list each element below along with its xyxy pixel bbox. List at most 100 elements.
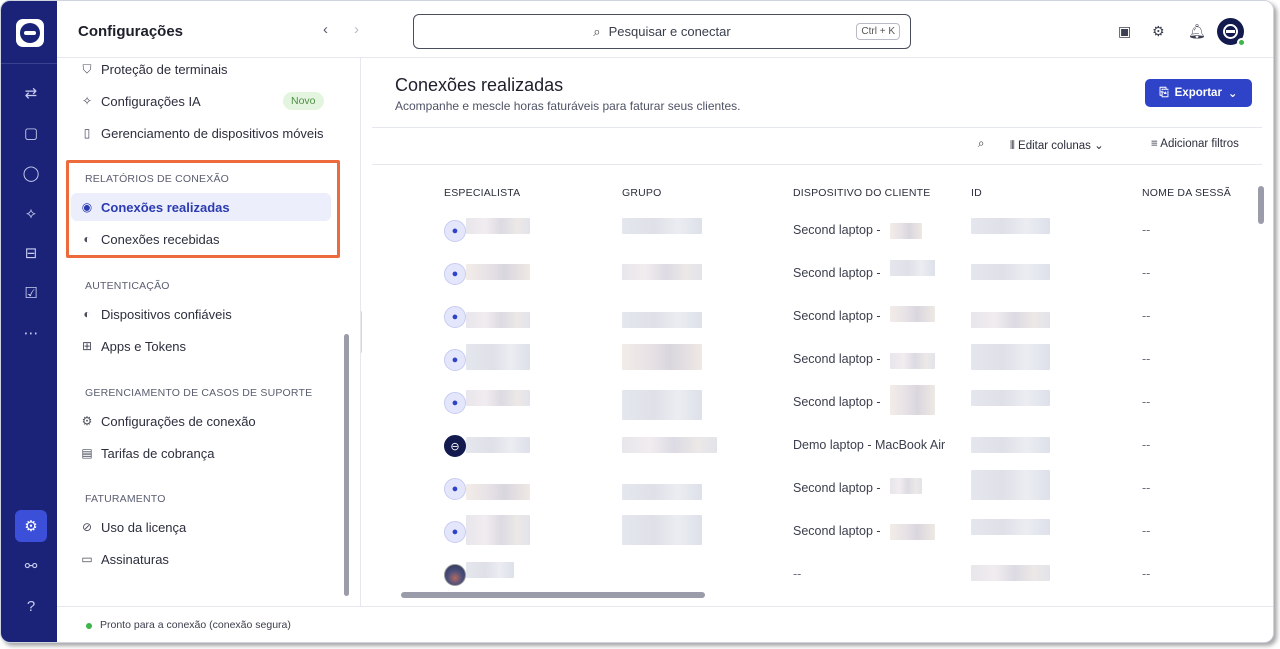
- redacted-group: [622, 218, 702, 234]
- account-avatar[interactable]: [1217, 18, 1246, 47]
- more-icon[interactable]: ⋯: [15, 317, 47, 349]
- tasks-icon[interactable]: ☑: [15, 277, 47, 309]
- session-name: --: [1142, 438, 1151, 452]
- redacted-group: [622, 344, 702, 370]
- redacted-name: [466, 344, 530, 370]
- top-bar: Configurações ‹ › ⌕ Pesquisar e conectar…: [57, 1, 1273, 58]
- table-vertical-scrollbar[interactable]: [1258, 186, 1264, 224]
- chat-icon[interactable]: ◯: [15, 157, 47, 189]
- sidebar-item-ai-settings[interactable]: ✧ Configurações IA: [79, 87, 201, 115]
- main-content: Conexões realizadas Acompanhe e mescle h…: [362, 58, 1273, 606]
- search-shortcut: Ctrl + K: [856, 23, 900, 40]
- billing-rates-icon: ▤: [81, 446, 93, 460]
- license-icon: ⊘: [81, 520, 93, 534]
- sidebar-item-label: Conexões recebidas: [101, 231, 220, 247]
- back-arrow-icon[interactable]: ‹: [323, 21, 328, 38]
- redacted-device: [890, 223, 922, 239]
- sidebar-item-connection-settings[interactable]: ⚙ Configurações de conexão: [79, 407, 256, 435]
- sidebar-item-label: Apps e Tokens: [101, 338, 187, 354]
- settings-sidebar: ⛉ Proteção de terminais ✧ Configurações IA…: [57, 58, 361, 606]
- incoming-connection-icon: ◐: [83, 232, 91, 246]
- client-device: Second laptop -: [793, 395, 881, 409]
- trusted-device-icon: ◐: [83, 307, 91, 321]
- new-badge: Novo: [283, 92, 324, 110]
- column-header-client-device[interactable]: DISPOSITIVO DO CLIENTE: [793, 187, 930, 199]
- table-row[interactable]: ● Second laptop - --: [362, 295, 1262, 338]
- gear-icon[interactable]: ⚙: [1152, 23, 1165, 40]
- table-row[interactable]: ● Second laptop - --: [362, 467, 1262, 510]
- sessions-icon[interactable]: ⊟: [15, 237, 47, 269]
- session-name: --: [1142, 481, 1151, 495]
- redacted-id: [971, 437, 1050, 453]
- table-search-icon[interactable]: ⌕: [978, 138, 984, 151]
- sidebar-item-endpoint-protection[interactable]: ⛉ Proteção de terminais: [79, 55, 227, 83]
- redacted-name: [466, 264, 530, 280]
- redacted-device: [890, 306, 935, 322]
- table-row[interactable]: ● Second laptop - --: [362, 510, 1262, 553]
- header-divider: [372, 127, 1262, 128]
- column-header-group[interactable]: GRUPO: [622, 187, 662, 199]
- session-name: --: [1142, 223, 1151, 237]
- user-avatar-icon: ●: [444, 349, 466, 371]
- table-row[interactable]: ● Second laptop - --: [362, 338, 1262, 381]
- outgoing-connection-icon: ◉: [81, 200, 93, 214]
- table-row[interactable]: ● Second laptop - --: [362, 209, 1262, 252]
- add-filters-button[interactable]: ≡ Adicionar filtros: [1151, 138, 1239, 150]
- sidebar-item-outgoing-connections[interactable]: ◉ Conexões realizadas: [71, 193, 331, 221]
- user-avatar-icon: ●: [444, 220, 466, 242]
- edit-columns-button[interactable]: ⫴ Editar colunas ⌄: [1010, 138, 1104, 153]
- redacted-name: [466, 218, 530, 234]
- page-subtitle: Acompanhe e mescle horas faturáveis para…: [395, 99, 741, 113]
- filter-icon: ≡: [1151, 138, 1158, 150]
- export-button[interactable]: ⎘ Exportar ⌄: [1145, 79, 1252, 107]
- forward-arrow-icon[interactable]: ›: [354, 21, 359, 38]
- sidebar-scrollbar[interactable]: [344, 334, 349, 596]
- sidebar-item-label: Conexões realizadas: [101, 199, 230, 215]
- sidebar-item-label: Configurações de conexão: [101, 413, 256, 429]
- add-filters-label: Adicionar filtros: [1160, 138, 1239, 150]
- flow-icon[interactable]: ⟡: [15, 197, 47, 229]
- teamviewer-logo-icon[interactable]: [16, 19, 44, 47]
- column-header-specialist[interactable]: ESPECIALISTA: [444, 187, 520, 199]
- redacted-id: [971, 312, 1050, 328]
- table-row[interactable]: ⊖ Demo laptop - MacBook Air --: [362, 424, 1262, 467]
- sidebar-item-billing-rates[interactable]: ▤ Tarifas de cobrança: [79, 439, 214, 467]
- status-text: Pronto para a conexão (conexão segura): [100, 619, 291, 631]
- search-icon: ⌕: [593, 23, 601, 39]
- session-name: --: [1142, 524, 1151, 538]
- sidebar-item-mobile-devices[interactable]: ▯ Gerenciamento de dispositivos móveis: [79, 119, 324, 147]
- table-row[interactable]: -- --: [362, 553, 1262, 596]
- toolbar-divider: [372, 164, 1262, 165]
- client-device: Second laptop -: [793, 352, 881, 366]
- sidebar-item-label: Gerenciamento de dispositivos móveis: [101, 125, 324, 141]
- table-row[interactable]: ● Second laptop - --: [362, 252, 1262, 295]
- client-device: Second laptop -: [793, 223, 881, 237]
- search-input[interactable]: ⌕ Pesquisar e conectar Ctrl + K: [413, 14, 911, 49]
- redacted-id: [971, 218, 1050, 234]
- devices-icon[interactable]: ▢: [15, 117, 47, 149]
- contacts-icon[interactable]: ▣: [1118, 23, 1131, 40]
- sidebar-item-label: Tarifas de cobrança: [101, 445, 215, 461]
- redacted-device: [890, 478, 922, 494]
- session-name: --: [1142, 395, 1151, 409]
- rail-divider: [1, 63, 57, 64]
- help-icon[interactable]: ?: [15, 590, 47, 622]
- sparkle-icon: ✧: [81, 94, 93, 108]
- column-header-session-name[interactable]: NOME DA SESSÃ: [1142, 187, 1231, 199]
- redacted-group: [622, 515, 702, 545]
- table-horizontal-scrollbar[interactable]: [401, 592, 705, 598]
- integrations-icon[interactable]: ⚯: [15, 550, 47, 582]
- sidebar-item-apps-tokens[interactable]: ⊞ Apps e Tokens: [79, 332, 186, 360]
- settings-active-icon[interactable]: ⚙: [15, 510, 47, 542]
- sidebar-item-license-usage[interactable]: ⊘ Uso da licença: [79, 513, 186, 541]
- client-device: Second laptop -: [793, 309, 881, 323]
- table-row[interactable]: ● Second laptop - --: [362, 381, 1262, 424]
- bell-icon[interactable]: 🔔︎: [1188, 23, 1206, 40]
- transfer-icon[interactable]: ⇄: [15, 77, 47, 109]
- sidebar-item-subscriptions[interactable]: ▭ Assinaturas: [79, 545, 169, 573]
- sidebar-item-trusted-devices[interactable]: ◐ Dispositivos confiáveis: [79, 300, 231, 328]
- sidebar-item-incoming-connections[interactable]: ◐ Conexões recebidas: [79, 225, 220, 253]
- app-window: ⇄ ▢ ◯ ⟡ ⊟ ☑ ⋯ ⚙ ⚯ ? Configurações ‹ › ⌕ …: [0, 0, 1274, 643]
- column-header-id[interactable]: ID: [971, 187, 982, 199]
- session-name: --: [1142, 309, 1151, 323]
